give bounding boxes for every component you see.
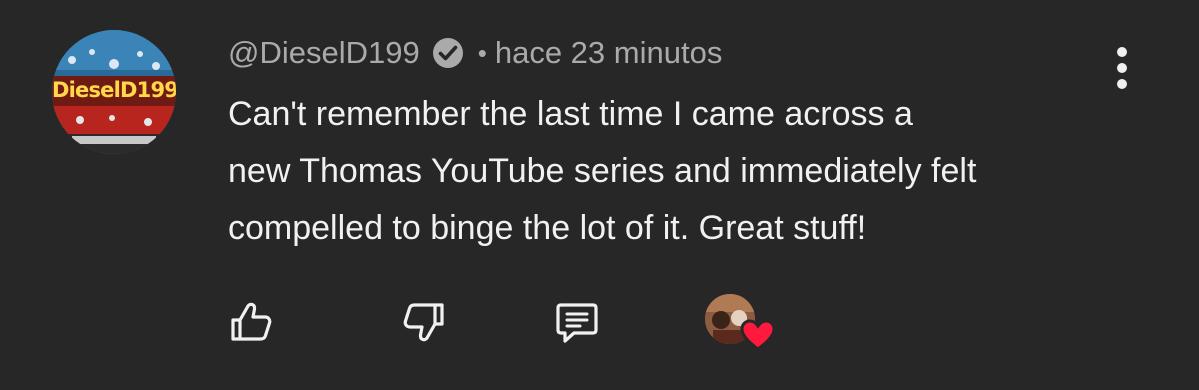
more-vert-icon[interactable] — [1102, 42, 1142, 94]
comment-text-line: new Thomas YouTube series and immediatel… — [228, 152, 977, 190]
thumbs-up-icon — [231, 302, 272, 341]
author-name[interactable]: @DieselD199 — [228, 35, 420, 71]
like-button[interactable] — [228, 298, 276, 346]
reply-comment-icon — [556, 303, 598, 343]
comment-timestamp[interactable]: hace 23 minutos — [495, 35, 722, 71]
author-avatar[interactable]: DieselD199 — [52, 30, 176, 154]
reply-button[interactable] — [553, 298, 601, 346]
comment-thread: DieselD199 @DieselD199 • hace 23 minutos… — [0, 0, 1199, 390]
comment-text-line: compelled to binge the lot of it. Great … — [228, 209, 867, 247]
verified-check-icon — [430, 35, 466, 71]
thumbs-down-icon — [403, 303, 444, 342]
comment-header: @DieselD199 • hace 23 minutos — [228, 33, 722, 73]
comment-text-line: Can't remember the last time I came acro… — [228, 95, 913, 133]
avatar-text: DieselD199 — [52, 78, 176, 102]
creator-heart-icon — [739, 318, 777, 352]
creator-heart-badge — [705, 294, 777, 352]
separator-dot: • — [477, 37, 487, 68]
comment-text: Can't remember the last time I came acro… — [228, 86, 1128, 257]
dislike-button[interactable] — [399, 298, 447, 346]
